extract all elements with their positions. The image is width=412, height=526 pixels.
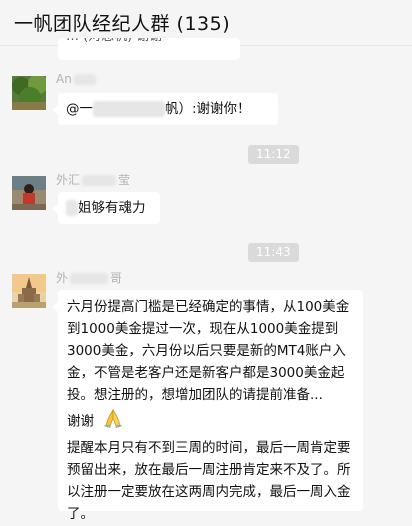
group-title[interactable]: 一帆团队经纪人群 (135) bbox=[14, 9, 230, 36]
avatar[interactable] bbox=[12, 76, 46, 110]
message-text: 姐够有魂力 bbox=[78, 200, 146, 216]
message-bubble-partial[interactable]: … (对您帆) 谢谢 bbox=[58, 38, 240, 60]
thanks-line: 谢谢 bbox=[67, 408, 354, 435]
sender-name: 外哥 bbox=[56, 271, 123, 285]
avatar[interactable] bbox=[12, 274, 46, 308]
message-bubble[interactable]: 六月份提高门槛是已经确定的事情，从100美金到1000美金提过一次，现在从100… bbox=[52, 290, 363, 522]
timestamp: 11:12 bbox=[248, 145, 299, 164]
avatar-image-castle bbox=[12, 274, 46, 308]
partial-message-text: … (对您帆) 谢谢 bbox=[66, 38, 162, 48]
avatar-image-trees bbox=[12, 76, 46, 110]
message-text-part: 帆 bbox=[165, 101, 179, 117]
thanks-text: 谢谢 bbox=[67, 413, 94, 430]
avatar[interactable] bbox=[12, 176, 46, 210]
timestamp: 11:43 bbox=[248, 243, 299, 262]
message-bubble[interactable]: @一 帆）:谢谢你！ bbox=[52, 93, 278, 125]
sender-name: An bbox=[56, 72, 96, 86]
message-bubble[interactable]: 姐够有魂力 bbox=[52, 192, 160, 224]
message-paragraph: 提醒本月只有不到三周的时间，最后一周肯定要预留出来，放在最后一周注册肯定来不及了… bbox=[67, 440, 351, 522]
praying-hands-icon bbox=[102, 408, 124, 435]
message-text-part: ）:谢谢你！ bbox=[178, 101, 251, 117]
sender-name: 外汇莹 bbox=[56, 173, 131, 187]
message-text-part: @一 bbox=[66, 101, 93, 117]
message-paragraph: 六月份提高门槛是已经确定的事情，从100美金到1000美金提过一次，现在从100… bbox=[67, 299, 350, 403]
avatar-image-person bbox=[12, 176, 46, 210]
